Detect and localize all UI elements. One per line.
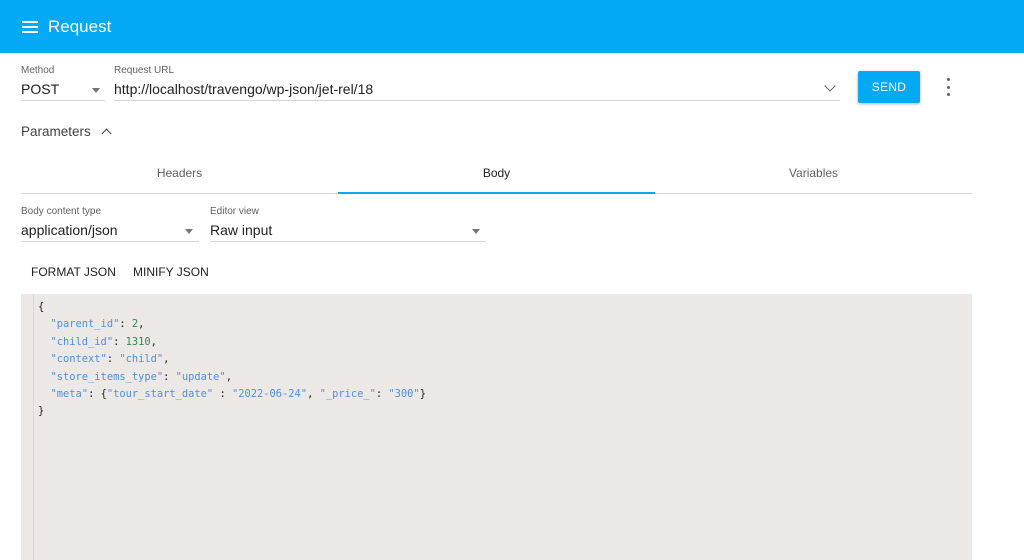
code-text: } [38,405,45,418]
method-select[interactable]: POST [21,81,59,97]
code-line: { [38,299,426,316]
json-code: { "parent_id": 2, "child_id": 1310, "con… [38,299,426,421]
method-dropdown-icon[interactable] [92,88,100,93]
url-underline [114,100,840,101]
code-text: "meta": {"tour_start_date" : "2022-06-24… [50,388,426,401]
code-line: "store_items_type": "update", [38,369,426,386]
url-label: Request URL [114,65,175,76]
code-line: "parent_id": 2, [38,316,426,333]
editor-view-dropdown-icon[interactable] [472,229,480,234]
parameters-toggle[interactable]: Parameters [21,124,112,139]
code-line: } [38,403,426,420]
url-input[interactable]: http://localhost/travengo/wp-json/jet-re… [114,81,373,97]
menu-icon[interactable] [22,20,38,33]
content-type-label: Body content type [21,206,102,217]
request-tabs: Headers Body Variables [21,152,972,194]
app-bar: Request [0,0,1024,53]
editor-view-select[interactable]: Raw input [210,222,272,238]
app-title: Request [48,16,112,36]
content-type-select[interactable]: application/json [21,222,118,238]
send-button[interactable]: SEND [858,71,920,103]
more-vert-icon[interactable] [944,78,952,96]
code-text: { [38,301,45,313]
code-text: "child_id": 1310, [50,335,157,348]
code-text: "parent_id": 2, [50,318,145,331]
tab-variables[interactable]: Variables [655,152,972,193]
format-json-button[interactable]: FORMAT JSON [31,265,116,279]
editor-view-label: Editor view [210,206,259,217]
chevron-up-icon [101,128,112,139]
url-history-chevron-down-icon[interactable] [824,80,836,92]
code-line: "child_id": 1310, [38,334,426,351]
editor-view-underline [210,241,486,242]
method-underline [21,100,105,101]
content-type-dropdown-icon[interactable] [185,229,193,234]
minify-json-button[interactable]: MINIFY JSON [133,265,209,279]
editor-gutter [21,294,34,560]
tab-headers[interactable]: Headers [21,152,338,193]
code-line: "context": "child", [38,351,426,368]
content-type-underline [21,241,199,242]
code-text: "store_items_type": "update", [50,370,232,383]
method-label: Method [21,65,55,76]
parameters-label: Parameters [21,124,91,139]
json-editor[interactable]: { "parent_id": 2, "child_id": 1310, "con… [21,294,972,560]
code-line: "meta": {"tour_start_date" : "2022-06-24… [38,386,426,403]
code-text: "context": "child", [50,353,170,366]
tab-body[interactable]: Body [338,152,655,194]
